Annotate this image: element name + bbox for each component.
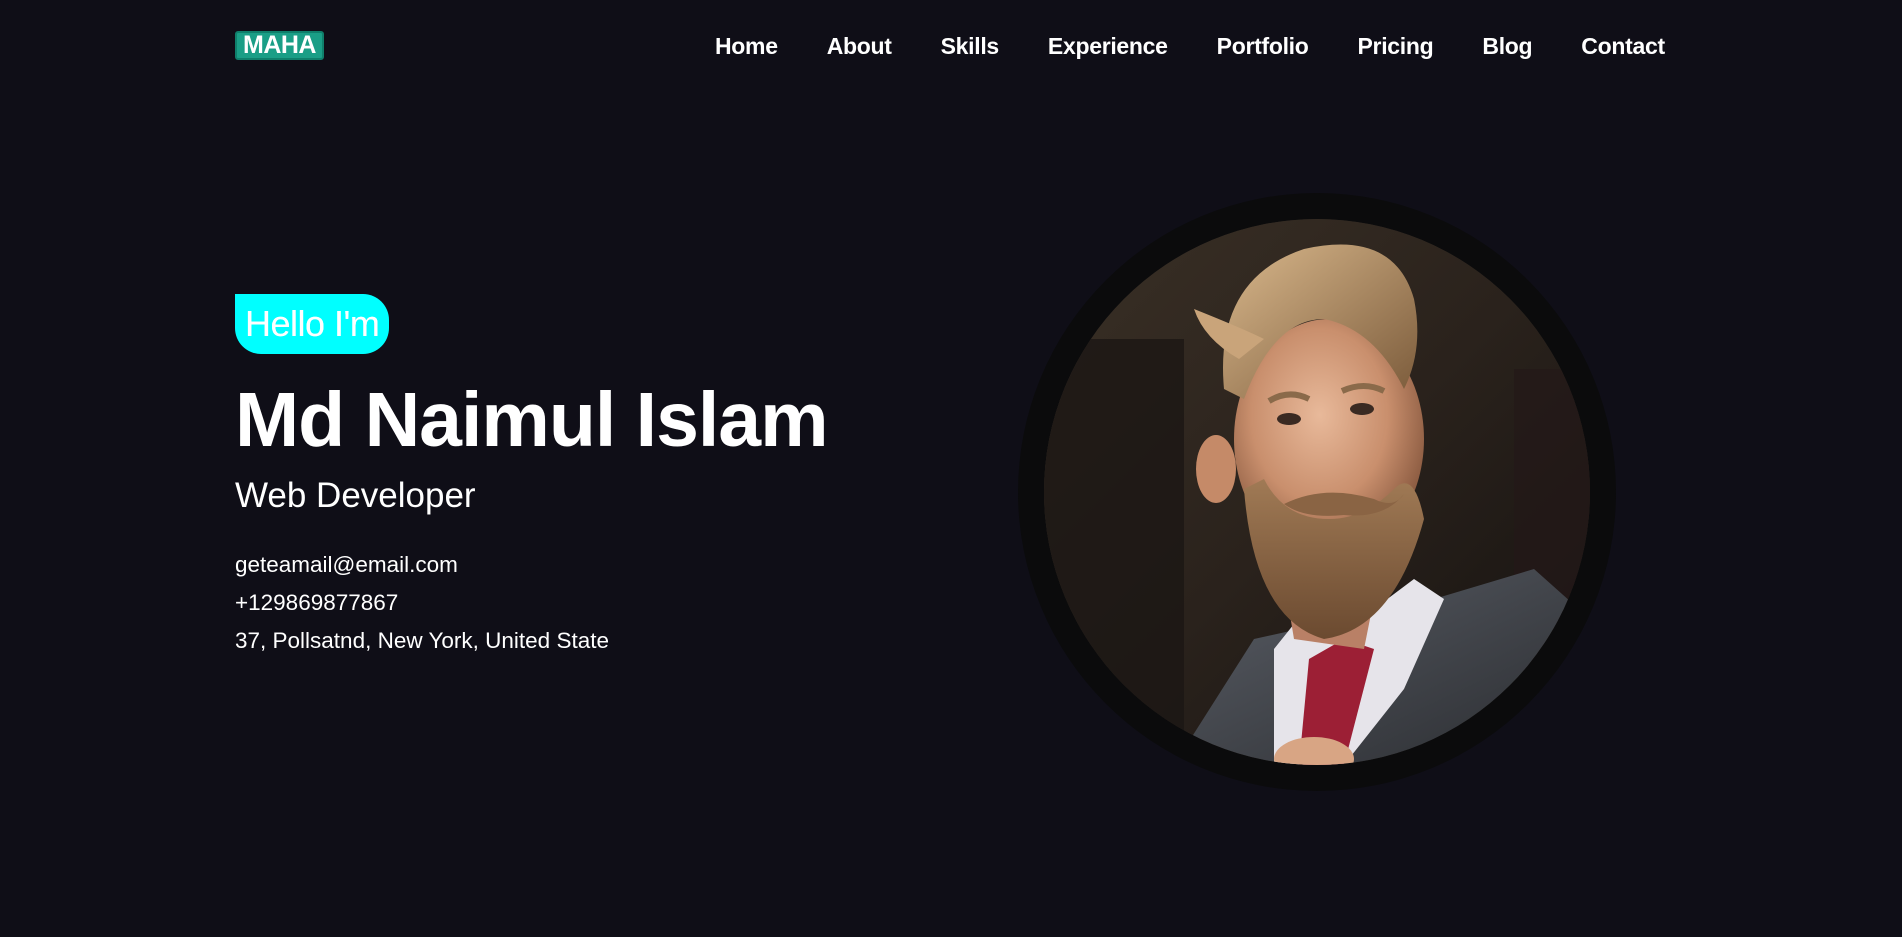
main-nav: Home About Skills Experience Portfolio P… (715, 30, 1665, 62)
hero-intro: Hello I'm Md Naimul Islam Web Developer … (235, 294, 935, 660)
nav-link-experience[interactable]: Experience (1048, 30, 1168, 62)
nav-link-about[interactable]: About (827, 30, 892, 62)
greeting-text: Hello I'm (245, 303, 380, 344)
nav-link-portfolio[interactable]: Portfolio (1217, 30, 1309, 62)
contact-info: geteamail@email.com +129869877867 37, Po… (235, 546, 935, 660)
nav-link-home[interactable]: Home (715, 30, 778, 62)
site-header: MAHA Home About Skills Experience Portfo… (0, 0, 1902, 96)
nav-link-skills[interactable]: Skills (941, 30, 1000, 62)
contact-email: geteamail@email.com (235, 552, 458, 577)
portrait-illustration (1044, 219, 1590, 765)
portrait-photo (1044, 219, 1590, 765)
hero-name: Md Naimul Islam (235, 377, 829, 463)
greeting-badge: Hello I'm (235, 294, 390, 354)
site-logo[interactable]: MAHA (235, 31, 324, 60)
contact-phone: +129869877867 (235, 590, 399, 615)
nav-link-pricing[interactable]: Pricing (1358, 30, 1434, 62)
nav-link-blog[interactable]: Blog (1482, 30, 1532, 62)
page: MAHA Home About Skills Experience Portfo… (0, 0, 1902, 937)
contact-address: 37, Pollsatnd, New York, United State (235, 628, 609, 653)
nav-link-contact[interactable]: Contact (1581, 30, 1665, 62)
hero-role: Web Developer (235, 476, 476, 515)
